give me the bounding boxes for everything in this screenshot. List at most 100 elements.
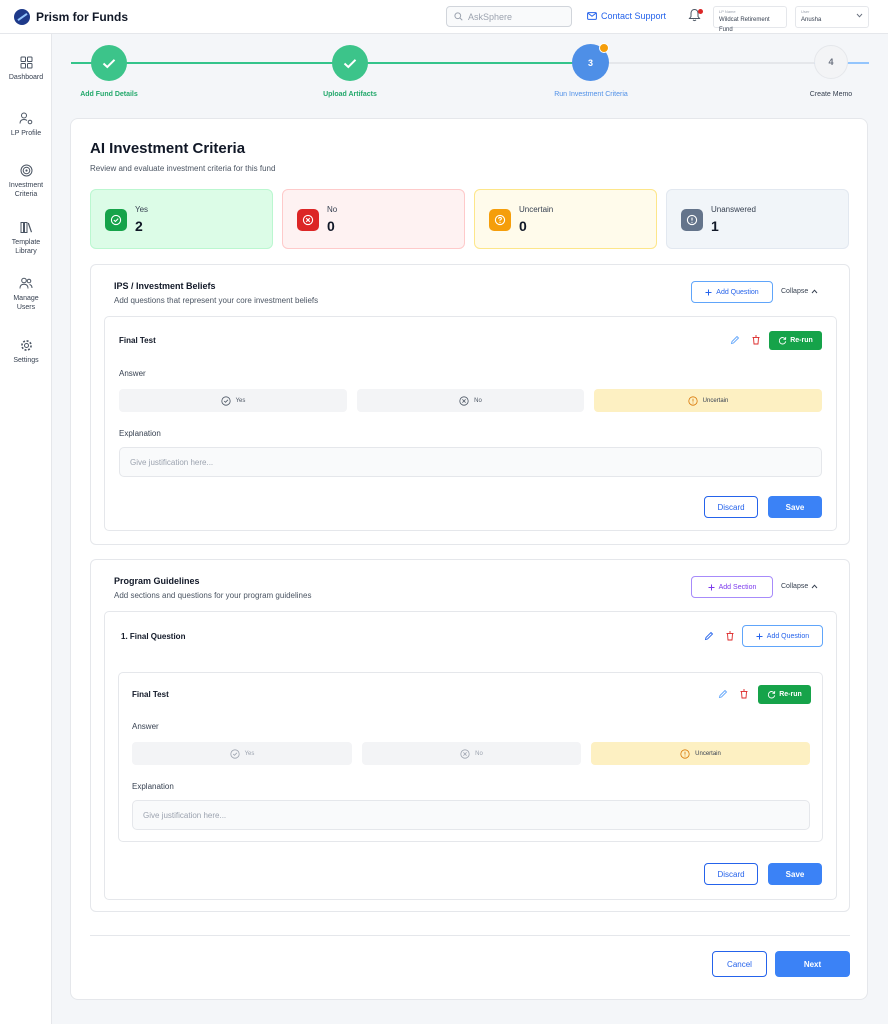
x-circle-icon	[297, 209, 319, 231]
trash-icon	[752, 335, 760, 345]
contact-support-link[interactable]: Contact Support	[587, 11, 666, 21]
gear-icon	[20, 340, 32, 351]
search-icon	[454, 12, 463, 21]
add-question-label: Add Question	[766, 632, 810, 640]
sidebar-item-dashboard[interactable]: Dashboard	[0, 56, 52, 82]
notification-dot	[698, 9, 703, 14]
cancel-label: Cancel	[727, 959, 752, 969]
pencil-icon	[730, 335, 740, 345]
top-bar: Prism for Funds Contact Support LP Name …	[0, 0, 888, 34]
discard-label: Discard	[717, 502, 745, 512]
question-title: Final Test	[132, 690, 169, 699]
check-circle-icon	[105, 209, 127, 231]
sidebar-item-label: Dashboard	[8, 74, 44, 81]
sidebar-item-lp-profile[interactable]: LP Profile	[0, 112, 52, 138]
plus-icon	[705, 289, 712, 295]
page-title: AI Investment Criteria	[90, 140, 246, 157]
pencil-icon	[704, 631, 714, 641]
check-circle-icon	[220, 395, 231, 406]
user-selector[interactable]: User Anusha	[795, 6, 869, 28]
stat-label: Uncertain	[519, 205, 554, 214]
stepper-progress-line	[71, 62, 590, 64]
step-1-circle[interactable]	[91, 45, 127, 81]
option-label: Yes	[244, 750, 255, 757]
sidebar-item-manage-users[interactable]: Manage Users	[0, 277, 52, 312]
next-button[interactable]: Next	[775, 951, 850, 977]
notifications-button[interactable]	[688, 8, 703, 27]
save-button[interactable]: Save	[768, 863, 822, 885]
user-value: Anusha	[801, 17, 822, 23]
answer-label: Answer	[132, 722, 159, 731]
sidebar-item-investment-criteria[interactable]: Investment Criteria	[0, 164, 52, 199]
add-section-button[interactable]: Add Section	[691, 576, 773, 598]
add-question-button[interactable]: Add Question	[742, 625, 823, 647]
collapse-button[interactable]: Collapse	[781, 288, 818, 295]
answer-option-no[interactable]: No	[357, 389, 584, 412]
stat-label: Yes	[135, 205, 149, 214]
edit-button[interactable]	[703, 630, 715, 642]
question-title: Final Test	[119, 336, 156, 345]
answer-option-yes[interactable]: Yes	[132, 742, 352, 765]
delete-button[interactable]	[724, 630, 736, 642]
edit-button[interactable]	[717, 688, 729, 700]
refresh-icon	[779, 337, 787, 345]
lp-value: Wildcat Retirement Fund	[719, 17, 770, 33]
discard-button[interactable]: Discard	[704, 863, 758, 885]
rerun-label: Re-run	[779, 691, 802, 698]
explanation-label: Explanation	[119, 429, 161, 438]
option-label: Uncertain	[695, 750, 721, 757]
search-input[interactable]	[468, 11, 563, 22]
step-2-label: Upload Artifacts	[323, 91, 377, 98]
alert-circle-icon	[688, 395, 698, 406]
stat-yes: Yes 2	[90, 189, 273, 249]
add-section-label: Add Section	[718, 583, 757, 591]
edit-button[interactable]	[729, 334, 741, 346]
collapse-label: Collapse	[781, 583, 809, 590]
search-box[interactable]	[446, 6, 572, 27]
contact-support-label: Contact Support	[601, 11, 667, 21]
section-subtitle: Add sections and questions for your prog…	[114, 591, 312, 600]
explanation-input[interactable]	[132, 800, 810, 830]
step-4-circle[interactable]: 4	[814, 45, 848, 79]
chevron-up-icon	[811, 289, 818, 294]
step-2-circle[interactable]	[332, 45, 368, 81]
trash-icon	[740, 689, 748, 699]
answer-option-yes[interactable]: Yes	[119, 389, 347, 412]
prism-logo-icon	[14, 9, 30, 25]
stepper-pending-line	[608, 62, 814, 64]
subsection-card: 1. Final Question Add Question Final Tes…	[104, 611, 837, 900]
grid-icon	[20, 56, 32, 69]
delete-button[interactable]	[738, 688, 750, 700]
rerun-button[interactable]: Re-run	[769, 331, 822, 350]
lp-selector[interactable]: LP Name Wildcat Retirement Fund	[713, 6, 787, 33]
rerun-button[interactable]: Re-run	[758, 685, 811, 704]
discard-button[interactable]: Discard	[704, 496, 758, 518]
section-title: Program Guidelines	[114, 576, 200, 586]
sidebar-item-template-library[interactable]: Template Library	[0, 221, 52, 256]
user-gear-icon	[19, 112, 33, 125]
answer-option-uncertain[interactable]: Uncertain	[591, 742, 810, 765]
discard-label: Discard	[717, 869, 745, 879]
plus-icon	[756, 633, 763, 639]
option-label: No	[475, 750, 483, 757]
brand[interactable]: Prism for Funds	[14, 9, 128, 25]
books-icon	[20, 222, 32, 233]
collapse-button[interactable]: Collapse	[781, 583, 818, 590]
chevron-up-icon	[811, 584, 818, 589]
sidebar-item-label: Manage Users	[13, 295, 39, 311]
sidebar-item-label: Template Library	[11, 239, 41, 255]
explanation-input[interactable]	[119, 447, 822, 477]
answer-option-no[interactable]: No	[362, 742, 581, 765]
chevron-down-icon	[856, 13, 863, 18]
sidebar: Dashboard LP Profile Investment Criteria…	[0, 34, 52, 1024]
answer-option-uncertain[interactable]: Uncertain	[594, 389, 822, 412]
stat-no: No 0	[282, 189, 465, 249]
add-question-button[interactable]: Add Question	[691, 281, 773, 303]
answer-label: Answer	[119, 369, 146, 378]
sidebar-item-settings[interactable]: Settings	[0, 339, 52, 365]
cancel-button[interactable]: Cancel	[712, 951, 767, 977]
delete-button[interactable]	[750, 334, 762, 346]
stat-value: 0	[519, 218, 527, 234]
sidebar-item-label: LP Profile	[10, 130, 42, 137]
save-button[interactable]: Save	[768, 496, 822, 518]
